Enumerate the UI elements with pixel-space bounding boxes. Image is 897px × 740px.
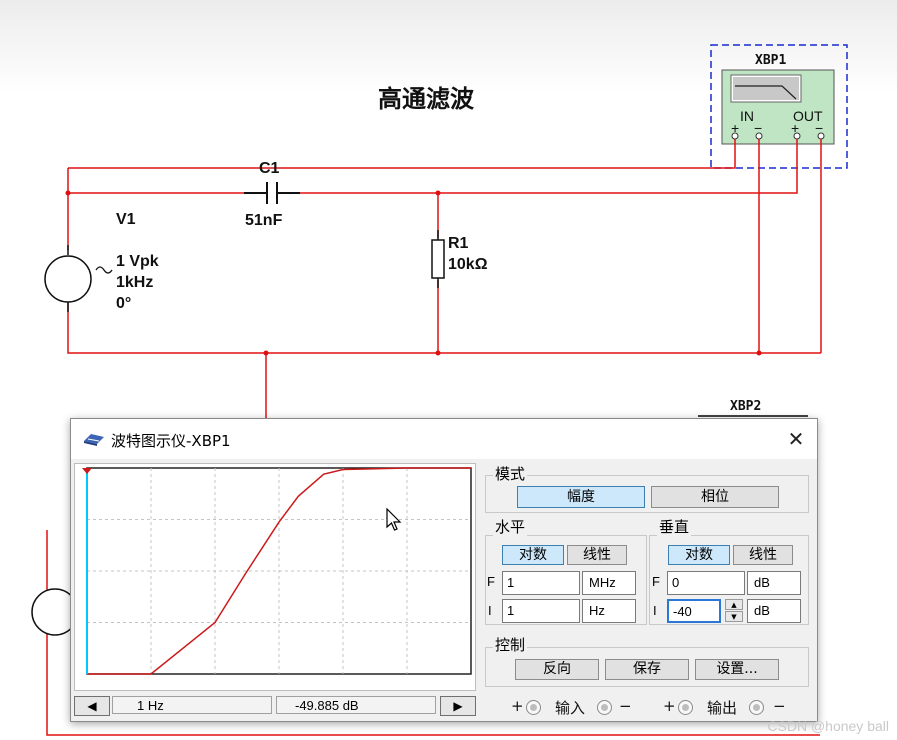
input-plus-label: + [511,697,524,715]
arrow-right-icon[interactable]: ▶ [440,696,476,716]
c1-label: C1 [259,160,280,177]
dialog-titlebar[interactable]: 波特图示仪-XBP1 ✕ [71,419,817,459]
phase-button[interactable]: 相位 [651,486,779,508]
dialog-title: 波特图示仪-XBP1 [111,432,231,450]
output-minus-label: − [773,697,786,715]
vertical-final-unit-select[interactable]: dB [747,571,801,595]
r1-label: R1 [448,235,469,252]
c1-value: 51nF [245,212,283,229]
bode-plotter-icon [84,434,104,446]
mouse-cursor-icon [386,508,402,531]
input-minus-label: − [619,697,632,715]
horizontal-final-input[interactable]: 1 [502,571,580,595]
horizontal-final-label: F [487,574,495,589]
spin-up-icon[interactable]: ▲ [725,599,743,610]
input-plus-terminal[interactable] [526,700,541,715]
horizontal-log-button[interactable]: 对数 [502,545,564,565]
voltage-source-v1[interactable] [44,245,113,312]
watermark: CSDN @honey ball [767,718,889,734]
spin-down-icon[interactable]: ▼ [725,611,743,622]
v1-frequency: 1kHz [116,274,153,291]
vertical-initial-unit-select[interactable]: dB [747,599,801,623]
xbp2-label: XBP2 [730,399,761,414]
output-plus-label: + [663,697,676,715]
xbp1-in-label: IN [740,108,754,124]
output-label: 输出 [707,699,738,717]
horizontal-group-label: 水平 [493,516,528,537]
cursor-bar: ◀ 1 Hz -49.885 dB ▶ [74,695,476,717]
xbp1-label: XBP1 [755,53,786,68]
v1-phase: 0° [116,295,131,312]
control-group-label: 控制 [493,634,528,655]
horizontal-linear-button[interactable]: 线性 [567,545,627,565]
input-minus-terminal[interactable] [597,700,612,715]
save-button[interactable]: 保存 [605,659,689,680]
close-icon[interactable]: ✕ [783,427,809,451]
bode-plot-area[interactable] [74,463,476,691]
arrow-left-icon[interactable]: ◀ [74,696,110,716]
output-plus-terminal[interactable] [678,700,693,715]
r1-value: 10kΩ [448,256,488,273]
mode-group-label: 模式 [493,463,528,484]
output-minus-terminal[interactable] [749,700,764,715]
cursor-frequency-readout: 1 Hz [112,696,272,714]
magnitude-button[interactable]: 幅度 [517,486,645,508]
v1-label: V1 [116,211,136,228]
vertical-log-button[interactable]: 对数 [668,545,730,565]
vertical-final-input[interactable]: 0 [667,571,745,595]
settings-button[interactable]: 设置... [695,659,779,680]
cursor-magnitude-readout: -49.885 dB [276,696,436,714]
schematic-title: 高通滤波 [378,84,475,113]
reverse-button[interactable]: 反向 [515,659,599,680]
vertical-group-label: 垂直 [657,516,692,537]
horizontal-initial-unit-select[interactable]: Hz [582,599,636,623]
wire-junctions [65,190,762,356]
v1-amplitude: 1 Vpk [116,253,159,270]
capacitor-c1[interactable] [244,182,300,204]
horizontal-final-unit-select[interactable]: MHz [582,571,636,595]
input-label: 输入 [555,699,586,717]
bode-plot-svg [82,467,472,675]
vertical-linear-button[interactable]: 线性 [733,545,793,565]
resistor-r1[interactable] [431,230,445,288]
vertical-initial-label: I [653,603,657,618]
bode-plotter-dialog: 波特图示仪-XBP1 ✕ ◀ 1 Hz -49.885 dB ▶ 模式 幅度 相… [70,418,818,722]
horizontal-initial-label: I [488,603,492,618]
horizontal-initial-input[interactable]: 1 [502,599,580,623]
vertical-initial-input[interactable]: -40 [667,599,721,623]
vertical-final-label: F [652,574,660,589]
